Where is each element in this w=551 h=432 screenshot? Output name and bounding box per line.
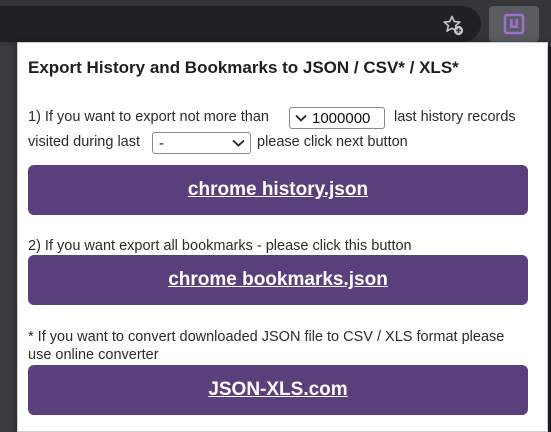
extension-popup: Export History and Bookmarks to JSON / C… [17,42,548,432]
json-xls-converter-button[interactable]: JSON-XLS.com [28,365,528,415]
star-add-icon [443,15,464,36]
browser-toolbar [0,0,551,46]
address-bar[interactable] [0,6,481,42]
period-selected-value: - [159,134,164,152]
chevron-down-icon[interactable] [290,114,312,122]
export-history-button[interactable]: chrome history.json [28,165,528,215]
history-instruction-line2-prefix: visited during last [28,134,141,150]
page-background [0,46,17,432]
period-select[interactable]: - [152,132,251,154]
max-records-value: 1000000 [312,109,371,127]
extension-logo-icon [503,13,525,35]
history-instruction-line1-prefix: 1) If you want to export not more than [28,109,269,125]
chevron-down-icon [232,139,245,147]
extension-button[interactable] [489,6,539,42]
bookmark-star-button[interactable] [438,10,468,40]
bookmarks-instruction: 2) If you want export all bookmarks - pl… [28,238,412,254]
popup-title: Export History and Bookmarks to JSON / C… [28,58,459,77]
export-bookmarks-button[interactable]: chrome bookmarks.json [28,255,528,305]
history-instruction-line1-suffix: last history records [394,109,516,125]
converter-instruction-line2: use online converter [28,347,159,363]
converter-instruction-line1: * If you want to convert downloaded JSON… [28,329,505,345]
history-instruction-line2-suffix: please click next button [257,134,408,150]
max-records-stepper[interactable]: 1000000 [289,107,385,129]
